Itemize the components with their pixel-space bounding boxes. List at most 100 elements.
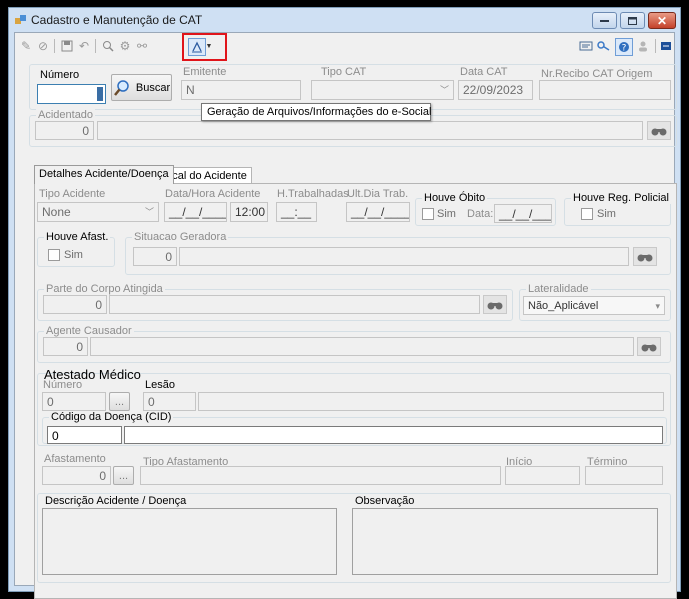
binoculars-icon xyxy=(651,128,667,135)
link-icon[interactable]: ⚯ xyxy=(134,38,150,54)
data-cat-input[interactable]: 22/09/2023 xyxy=(458,80,533,100)
maximize-icon xyxy=(628,16,637,25)
hora-acidente-input[interactable]: 12:00 xyxy=(230,202,268,222)
h-trab-label: H.Trabalhadas xyxy=(277,188,349,200)
policial-checkbox[interactable] xyxy=(581,208,593,220)
agente-label: Agente Causador xyxy=(44,325,134,337)
highlight-box xyxy=(182,33,227,61)
window-title: Cadastro e Manutenção de CAT xyxy=(31,13,203,27)
emitente-select[interactable]: N xyxy=(181,80,301,100)
tipo-afast-input[interactable] xyxy=(140,466,501,485)
cid-name-input[interactable] xyxy=(124,426,663,444)
situacao-lookup-button[interactable] xyxy=(633,247,657,266)
acidentado-name-input[interactable] xyxy=(97,121,643,140)
ult-dia-label: Ult.Dia Trab. xyxy=(347,188,409,200)
agente-name-input[interactable] xyxy=(90,337,634,356)
observacao-label: Observação xyxy=(355,495,415,507)
buscar-button[interactable]: Buscar xyxy=(111,74,172,101)
maximize-button[interactable] xyxy=(620,12,645,29)
data-cat-label: Data CAT xyxy=(460,66,508,78)
inicio-input[interactable] xyxy=(505,466,580,485)
numero-input[interactable] xyxy=(37,84,106,104)
situacao-code-input[interactable]: 0 xyxy=(133,247,177,266)
data-hora-label: Data/Hora Acidente xyxy=(165,188,261,200)
svg-text:?: ? xyxy=(622,44,627,54)
key-icon[interactable] xyxy=(596,38,612,54)
data-acidente-input[interactable]: __/__/____ xyxy=(164,202,227,222)
undo-icon[interactable]: ↶ xyxy=(76,38,92,54)
cid-label: Código da Doença (CID) xyxy=(49,411,174,423)
main-window: Cadastro e Manutenção de CAT ✕ ✎ ⊘ ↶ ⚙ ⚯ xyxy=(8,7,681,599)
acidentado-lookup-button[interactable] xyxy=(647,121,671,140)
descricao-label: Descrição Acidente / Doença xyxy=(45,495,187,507)
close-button[interactable]: ✕ xyxy=(648,12,676,29)
observacao-textarea[interactable] xyxy=(352,508,658,575)
chevron-down-icon: ﹀ xyxy=(439,85,449,95)
afastamento-code-input[interactable]: 0 xyxy=(42,466,111,485)
acidentado-code-input[interactable]: 0 xyxy=(35,121,94,140)
help-icon[interactable]: ? xyxy=(615,38,633,56)
atestado-numero-input[interactable]: 0 xyxy=(42,392,106,411)
tipo-acidente-select[interactable]: None ﹀ xyxy=(37,202,159,222)
tools-icon[interactable]: ⚙ xyxy=(117,38,133,54)
recibo-label: Nr.Recibo CAT Origem xyxy=(541,68,653,80)
tab-detalhes[interactable]: Detalhes Acidente/Doença xyxy=(34,165,174,184)
close-icon: ✕ xyxy=(656,13,668,28)
binoculars-icon xyxy=(637,254,653,261)
agente-code-input[interactable]: 0 xyxy=(43,337,88,356)
save-icon[interactable] xyxy=(59,38,75,54)
minimize-icon xyxy=(600,20,609,22)
afastamento-lookup-button[interactable]: ... xyxy=(113,466,134,485)
report-icon[interactable] xyxy=(578,38,594,54)
title-bar: Cadastro e Manutenção de CAT ✕ xyxy=(9,8,680,32)
edit-icon[interactable]: ✎ xyxy=(18,38,34,54)
h-trab-input[interactable]: __:__ xyxy=(276,202,317,222)
minimize-button[interactable] xyxy=(592,12,617,29)
ult-dia-input[interactable]: __/__/____ xyxy=(346,202,410,222)
cid-code-input[interactable]: 0 xyxy=(47,426,122,444)
parte-code-input[interactable]: 0 xyxy=(43,295,107,314)
exit-icon[interactable] xyxy=(658,38,674,54)
lesao-code-input[interactable]: 0 xyxy=(143,392,196,411)
lateralidade-select[interactable]: Não_Aplicável ▾ xyxy=(523,296,665,315)
parte-name-input[interactable] xyxy=(109,295,480,314)
app-icon xyxy=(15,15,26,24)
user-icon[interactable] xyxy=(635,38,651,54)
descricao-textarea[interactable] xyxy=(42,508,337,575)
chevron-down-icon: ﹀ xyxy=(144,207,154,217)
binoculars-icon xyxy=(641,344,657,351)
tipo-cat-label: Tipo CAT xyxy=(321,66,367,78)
afastamento-label: Afastamento xyxy=(44,453,106,465)
afast-label: Houve Afast. xyxy=(44,231,111,243)
toolbar: ✎ ⊘ ↶ ⚙ ⚯ ▼ ? xyxy=(15,33,674,61)
atestado-numero-lookup-button[interactable]: ... xyxy=(109,392,130,411)
lesao-label: Lesão xyxy=(145,379,175,391)
tipo-acidente-label: Tipo Acidente xyxy=(39,188,106,200)
cancel-icon[interactable]: ⊘ xyxy=(35,38,51,54)
policial-label: Houve Reg. Policial xyxy=(571,192,671,204)
situacao-name-input[interactable] xyxy=(179,247,629,266)
lesao-name-input[interactable] xyxy=(198,392,664,411)
obito-label: Houve Óbito xyxy=(422,192,488,204)
recibo-input[interactable] xyxy=(539,80,671,100)
emitente-label: Emitente xyxy=(183,66,227,78)
magnifier-icon xyxy=(113,79,129,96)
obito-data-label: Data: xyxy=(467,208,494,220)
afast-checkbox[interactable] xyxy=(48,249,60,261)
acidentado-label: Acidentado xyxy=(36,109,96,121)
chevron-down-icon: ▾ xyxy=(655,301,660,311)
lateralidade-label: Lateralidade xyxy=(526,283,591,295)
tipo-cat-select[interactable]: ﹀ xyxy=(311,80,454,100)
tooltip: Geração de Arquivos/Informações do e-Soc… xyxy=(201,103,431,121)
numero-label: Número xyxy=(40,69,80,81)
binoculars-icon xyxy=(487,302,503,309)
obito-data-input[interactable]: __/__/____ xyxy=(494,204,552,223)
parte-lookup-button[interactable] xyxy=(483,295,507,314)
agente-lookup-button[interactable] xyxy=(637,337,661,356)
search-icon[interactable] xyxy=(100,38,116,54)
termino-input[interactable] xyxy=(585,466,663,485)
situacao-label: Situacao Geradora xyxy=(132,231,229,243)
obito-checkbox[interactable] xyxy=(422,208,434,220)
atestado-numero-label: Número xyxy=(43,379,83,391)
parte-label: Parte do Corpo Atingida xyxy=(44,283,165,295)
